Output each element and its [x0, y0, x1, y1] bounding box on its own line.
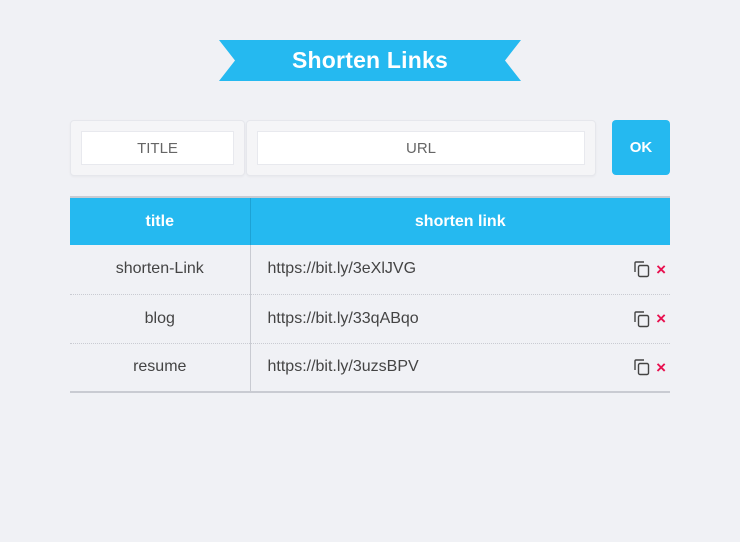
page-title-ribbon: Shorten Links	[219, 40, 521, 81]
title-field-container	[70, 120, 245, 176]
table-row: shorten-Link https://bit.ly/3eXlJVG ×	[70, 245, 670, 295]
table-row: resume https://bit.ly/3uzsBPV ×	[70, 343, 670, 392]
title-input[interactable]	[81, 131, 234, 165]
links-table: title shorten link shorten-Link https://…	[70, 196, 670, 393]
link-title: resume	[70, 343, 251, 392]
copy-icon[interactable]	[632, 309, 652, 329]
row-actions: ×	[632, 357, 666, 377]
link-title: shorten-Link	[70, 245, 251, 295]
short-link[interactable]: https://bit.ly/33qABqo	[268, 310, 419, 327]
submit-button[interactable]: OK	[612, 120, 670, 175]
close-icon[interactable]: ×	[656, 261, 666, 278]
link-cell: https://bit.ly/3uzsBPV ×	[250, 343, 670, 392]
link-title: blog	[70, 294, 251, 344]
close-icon[interactable]: ×	[656, 310, 666, 327]
row-actions: ×	[632, 309, 666, 329]
column-header-title: title	[70, 197, 251, 245]
copy-icon[interactable]	[632, 357, 652, 377]
column-header-link: shorten link	[250, 197, 670, 245]
link-cell: https://bit.ly/33qABqo ×	[250, 294, 670, 344]
row-actions: ×	[632, 259, 666, 279]
link-cell: https://bit.ly/3eXlJVG ×	[250, 245, 670, 295]
url-field-container	[246, 120, 596, 176]
table-header-row: title shorten link	[70, 197, 670, 245]
page-title: Shorten Links	[292, 47, 448, 73]
short-link[interactable]: https://bit.ly/3uzsBPV	[268, 358, 419, 375]
close-icon[interactable]: ×	[656, 359, 666, 376]
short-link[interactable]: https://bit.ly/3eXlJVG	[268, 260, 417, 277]
copy-icon[interactable]	[632, 259, 652, 279]
table-row: blog https://bit.ly/33qABqo ×	[70, 294, 670, 344]
url-input[interactable]	[257, 131, 585, 165]
